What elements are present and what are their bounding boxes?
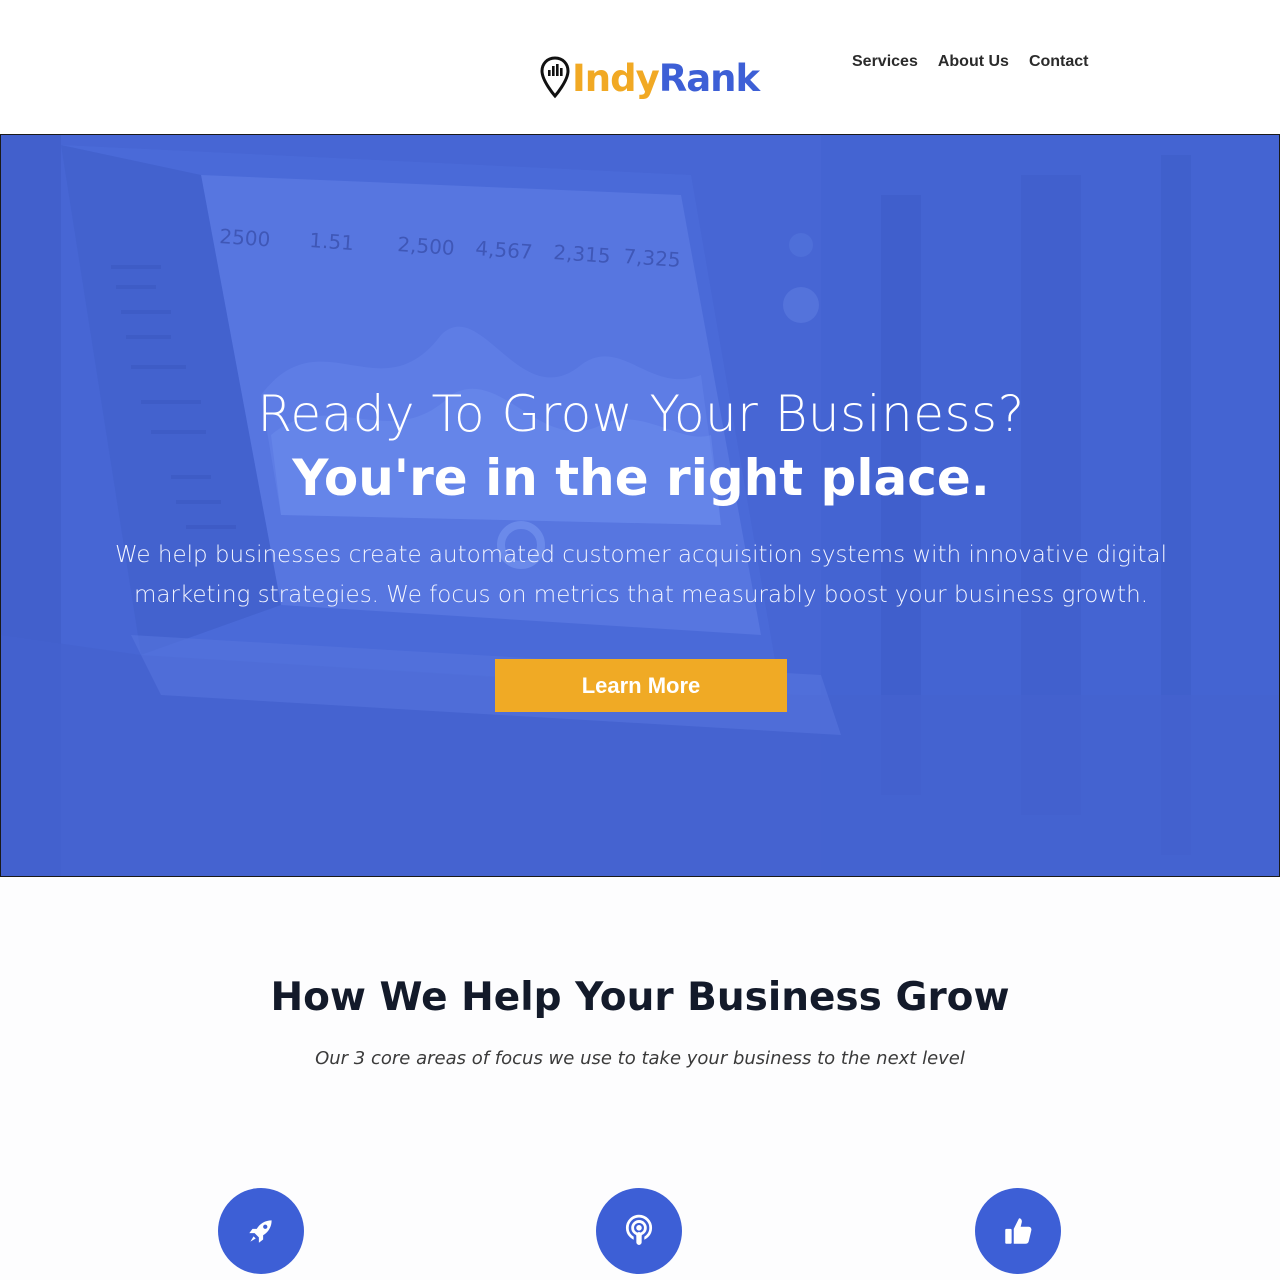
thumbs-up-icon (1005, 1218, 1032, 1244)
site-logo[interactable]: IndyRank (540, 50, 760, 106)
rocket-icon (249, 1220, 272, 1243)
bg-metric-1: 1.51 (309, 228, 355, 255)
site-header: IndyRank Services About Us Contact (0, 0, 1280, 134)
feature-podcast[interactable] (596, 1188, 682, 1274)
nav-item-contact[interactable]: Contact (1029, 52, 1089, 72)
feature-thumbs-up[interactable] (975, 1188, 1061, 1274)
section-title: How We Help Your Business Grow (270, 975, 1010, 1020)
map-pin-icon (540, 56, 570, 99)
logo-text-rank: Rank (658, 56, 760, 100)
podcast-icon (625, 1214, 653, 1245)
hero-headline-light: Ready To Grow Your Business? (257, 385, 1025, 443)
feature-rocket[interactable] (218, 1188, 304, 1274)
hero-description: We help businesses create automated cust… (115, 542, 1167, 608)
section-subtitle: Our 3 core areas of focus we use to take… (315, 1048, 965, 1069)
nav-item-services[interactable]: Services (852, 52, 918, 72)
nav-item-about-us[interactable]: About Us (938, 52, 1009, 72)
logo-text-indy: Indy (572, 56, 660, 100)
bg-metric-2: 2,500 (397, 232, 456, 260)
hero-headline-bold: You're in the right place. (292, 449, 990, 507)
bg-metric-3: 4,567 (475, 236, 534, 264)
learn-more-button[interactable]: Learn More (495, 659, 787, 712)
bg-metric-4: 2,315 (553, 240, 612, 268)
hero-banner: 2500 1.51 2,500 4,567 2,315 7,325 Ready … (0, 134, 1280, 877)
main-nav: Services About Us Contact (852, 52, 1109, 72)
logo-text: IndyRank (572, 56, 760, 100)
bg-metric-0: 2500 (219, 224, 271, 251)
bg-metric-5: 7,325 (623, 244, 682, 272)
